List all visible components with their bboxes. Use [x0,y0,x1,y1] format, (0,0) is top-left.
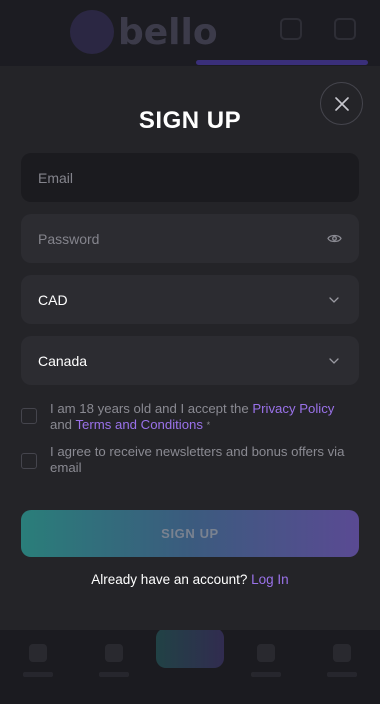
password-toggle-button[interactable] [327,231,342,247]
password-field[interactable] [21,214,359,263]
bottom-nav-item [322,644,362,684]
login-prompt: Already have an account? Log In [91,572,289,587]
nav-casino-icon [105,644,123,662]
newsletter-checkbox[interactable] [21,453,37,469]
email-input[interactable] [38,169,342,186]
age-terms-label: I am 18 years old and I accept the Priva… [50,401,335,432]
privacy-policy-link[interactable]: Privacy Policy [252,401,334,416]
required-marker: * [206,420,211,430]
nav-account-icon [333,644,351,662]
bottom-nav-item [94,644,134,684]
terms-link[interactable]: Terms and Conditions [75,417,203,432]
newsletter-label: I agree to receive newsletters and bonus… [50,444,345,475]
age-terms-checkbox[interactable] [21,408,37,424]
age-terms-consent: I am 18 years old and I accept the Priva… [21,401,361,433]
page-title: SIGN UP [138,107,242,134]
bottom-nav-center-item [156,628,224,668]
nav-home-icon [29,644,47,662]
newsletter-consent: I agree to receive newsletters and bonus… [21,444,361,476]
bottom-nav-item [18,644,58,684]
country-value: Canada [38,352,88,369]
logo-text: bello [118,12,218,53]
header-menu-icon [334,18,356,40]
nav-promo-icon [257,644,275,662]
password-input[interactable] [38,230,327,247]
currency-value: CAD [38,291,68,308]
email-field[interactable] [21,153,359,202]
signup-button[interactable]: SIGN UP [21,510,359,557]
header-search-icon [280,18,302,40]
logo-mark-icon [70,10,114,54]
country-select[interactable]: Canada [21,336,359,385]
login-link[interactable]: Log In [251,572,289,587]
chevron-down-icon [326,353,342,369]
bottom-nav-item [246,644,286,684]
currency-select[interactable]: CAD [21,275,359,324]
app-logo: bello [70,8,218,58]
eye-icon [327,234,342,243]
header-progress-bar [196,60,368,65]
chevron-down-icon [326,292,342,308]
